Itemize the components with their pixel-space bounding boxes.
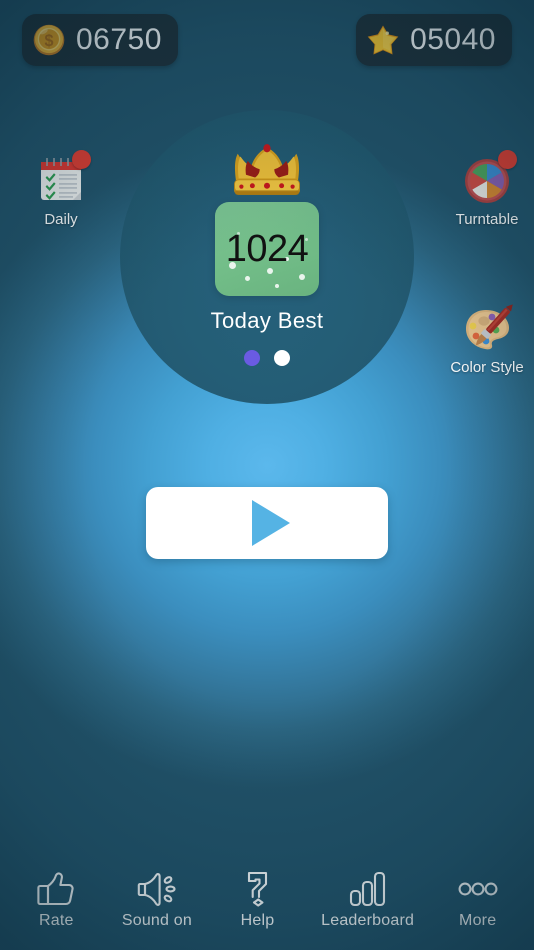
nav-label-help: Help <box>240 911 275 929</box>
play-triangle-icon <box>252 500 290 546</box>
coin-icon: $ <box>33 24 65 56</box>
thumbs-up-icon <box>37 871 74 905</box>
page-dot-1[interactable] <box>244 350 260 366</box>
color-style-icon-wrap <box>459 300 515 356</box>
shortcut-daily[interactable]: Daily <box>18 150 104 228</box>
nav-label-sound: Sound on <box>121 911 192 929</box>
nav-label-more: More <box>459 911 497 929</box>
play-button[interactable] <box>146 487 388 559</box>
nav-item-more[interactable]: More <box>441 869 515 930</box>
nav-label-rate: Rate <box>38 911 74 929</box>
shortcut-color-style[interactable]: Color Style <box>444 300 530 376</box>
question-mark-icon <box>247 871 267 907</box>
crown-icon <box>234 144 300 195</box>
shortcut-turntable-label: Turntable <box>455 211 519 228</box>
shortcut-daily-label: Daily <box>44 211 78 228</box>
shortcut-color-style-label: Color Style <box>450 359 524 376</box>
nav-item-help[interactable]: Help <box>221 869 295 930</box>
coin-counter[interactable]: $ 06750 <box>22 14 178 66</box>
shortcut-turntable[interactable]: Turntable <box>444 150 530 228</box>
coin-count: 06750 <box>76 23 162 56</box>
speaker-on-icon <box>137 872 176 906</box>
palette-brush-icon <box>466 304 513 350</box>
page-dot-2[interactable] <box>274 350 290 366</box>
nav-item-leaderboard[interactable]: Leaderboard <box>321 869 414 930</box>
bottom-nav: Rate Sound on Help Leaderboard More <box>0 854 534 950</box>
best-score-value: 1024 <box>225 228 309 270</box>
ellipsis-icon <box>458 882 498 895</box>
bar-chart-icon <box>349 871 385 906</box>
nav-item-sound[interactable]: Sound on <box>120 869 194 930</box>
turntable-icon-wrap <box>459 150 517 208</box>
daily-icon-wrap <box>33 150 91 208</box>
star-counter[interactable]: 05040 <box>356 14 512 66</box>
turntable-badge-dot <box>498 150 517 169</box>
svg-text:$: $ <box>45 32 54 50</box>
nav-label-leaderboard: Leaderboard <box>321 911 415 929</box>
nav-item-rate[interactable]: Rate <box>19 869 93 930</box>
page-indicator[interactable] <box>244 350 290 366</box>
daily-badge-dot <box>72 150 91 169</box>
star-count: 05040 <box>410 23 496 56</box>
today-best-label: Today Best <box>210 308 324 333</box>
best-score-tile: 1024 <box>215 202 319 296</box>
star-icon <box>367 25 399 55</box>
hero-score-panel[interactable]: 1024 Today Best <box>120 110 414 404</box>
